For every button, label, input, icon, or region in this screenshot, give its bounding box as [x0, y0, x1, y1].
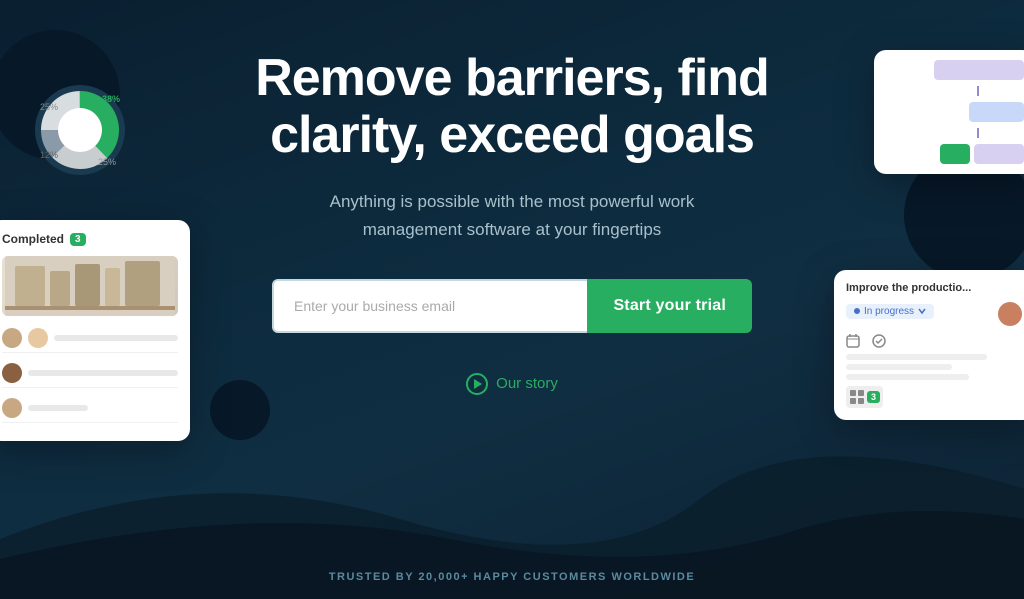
- our-story-link[interactable]: Our story: [466, 373, 558, 395]
- avatar: [2, 398, 22, 418]
- email-input[interactable]: [272, 279, 587, 333]
- list-item: [2, 394, 178, 423]
- page-title: Remove barriers, find clarity, exceed go…: [202, 50, 822, 164]
- trusted-badge: TRUSTED BY 20,000+ HAPPY CUSTOMERS WORLD…: [329, 571, 695, 583]
- email-form: Start your trial: [272, 279, 752, 333]
- hero-content: Remove barriers, find clarity, exceed go…: [0, 50, 1024, 395]
- hero-subtitle: Anything is possible with the most power…: [322, 188, 702, 242]
- play-triangle: [474, 379, 482, 389]
- our-story-label: Our story: [496, 375, 558, 392]
- hero-section: 38% 25% 12% 25% Completed 3: [0, 0, 1024, 599]
- start-trial-button[interactable]: Start your trial: [587, 279, 752, 333]
- task-line: [28, 405, 88, 411]
- play-icon: [466, 373, 488, 395]
